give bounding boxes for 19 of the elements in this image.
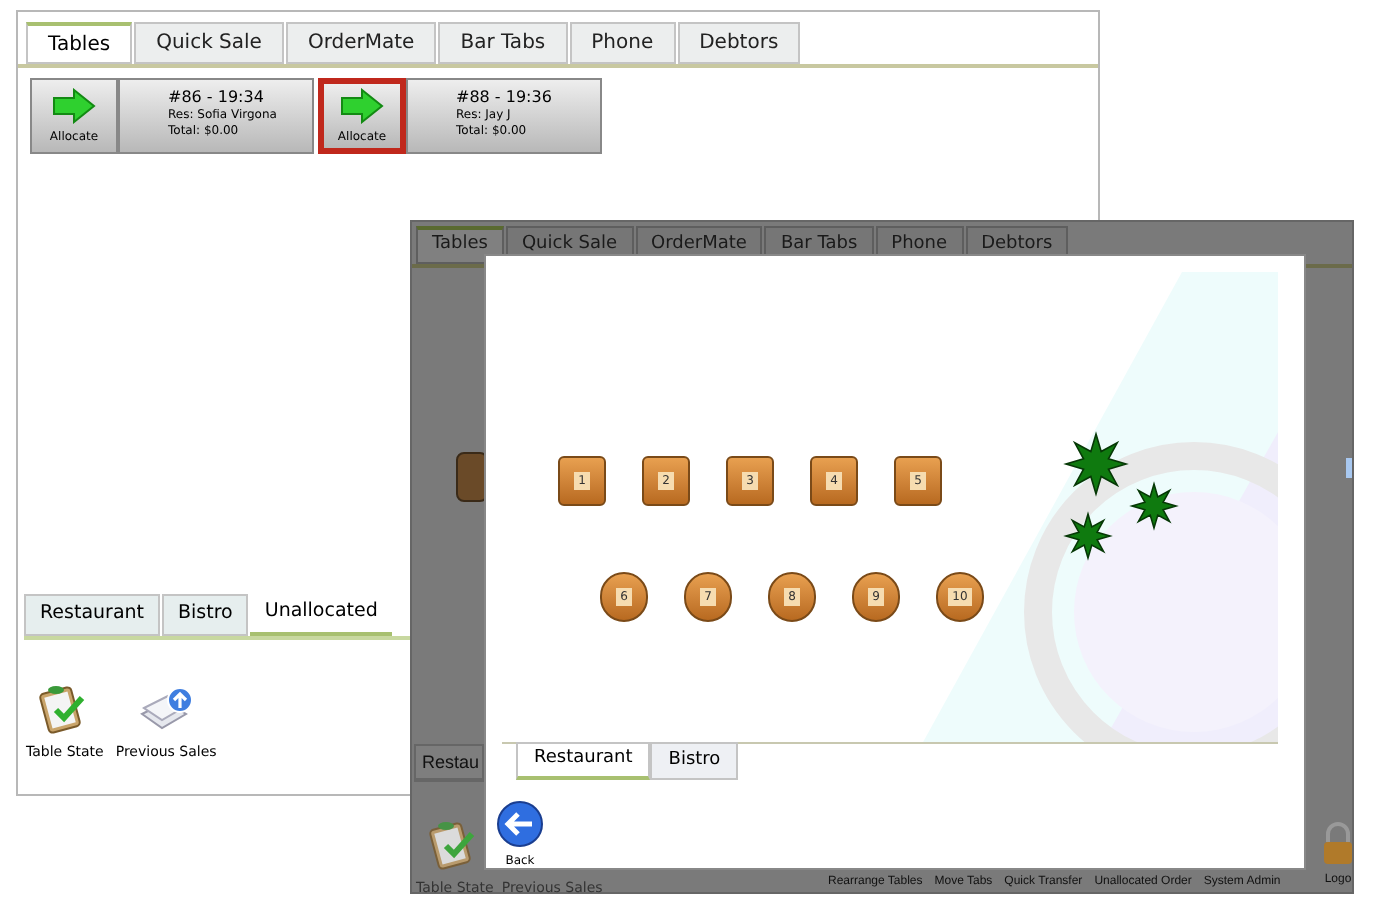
tab[interactable]: Debtors (677, 22, 801, 64)
area-tab[interactable]: Bistro (162, 594, 249, 636)
tab[interactable]: OrderMate (285, 22, 437, 64)
arrow-icon (340, 87, 384, 123)
area-tab[interactable]: Restaurant (24, 594, 161, 636)
tab[interactable]: Quick Sale (134, 22, 284, 64)
tab[interactable]: Bar Tabs (438, 22, 568, 64)
arrow-icon (52, 87, 96, 123)
area-tab[interactable]: Restau (414, 744, 484, 782)
padlock-icon (1322, 822, 1354, 866)
plant-icon (1129, 481, 1179, 531)
documents-upload-icon (138, 686, 195, 734)
area-tab[interactable]: Restaurant (516, 742, 651, 780)
tab[interactable]: Tables (416, 226, 504, 264)
tab[interactable]: Phone (569, 22, 676, 64)
plant-icon (1063, 511, 1113, 561)
area-tab[interactable]: Bistro (650, 742, 739, 780)
tab[interactable]: Tables (26, 22, 133, 64)
plant-icon (1063, 431, 1129, 497)
